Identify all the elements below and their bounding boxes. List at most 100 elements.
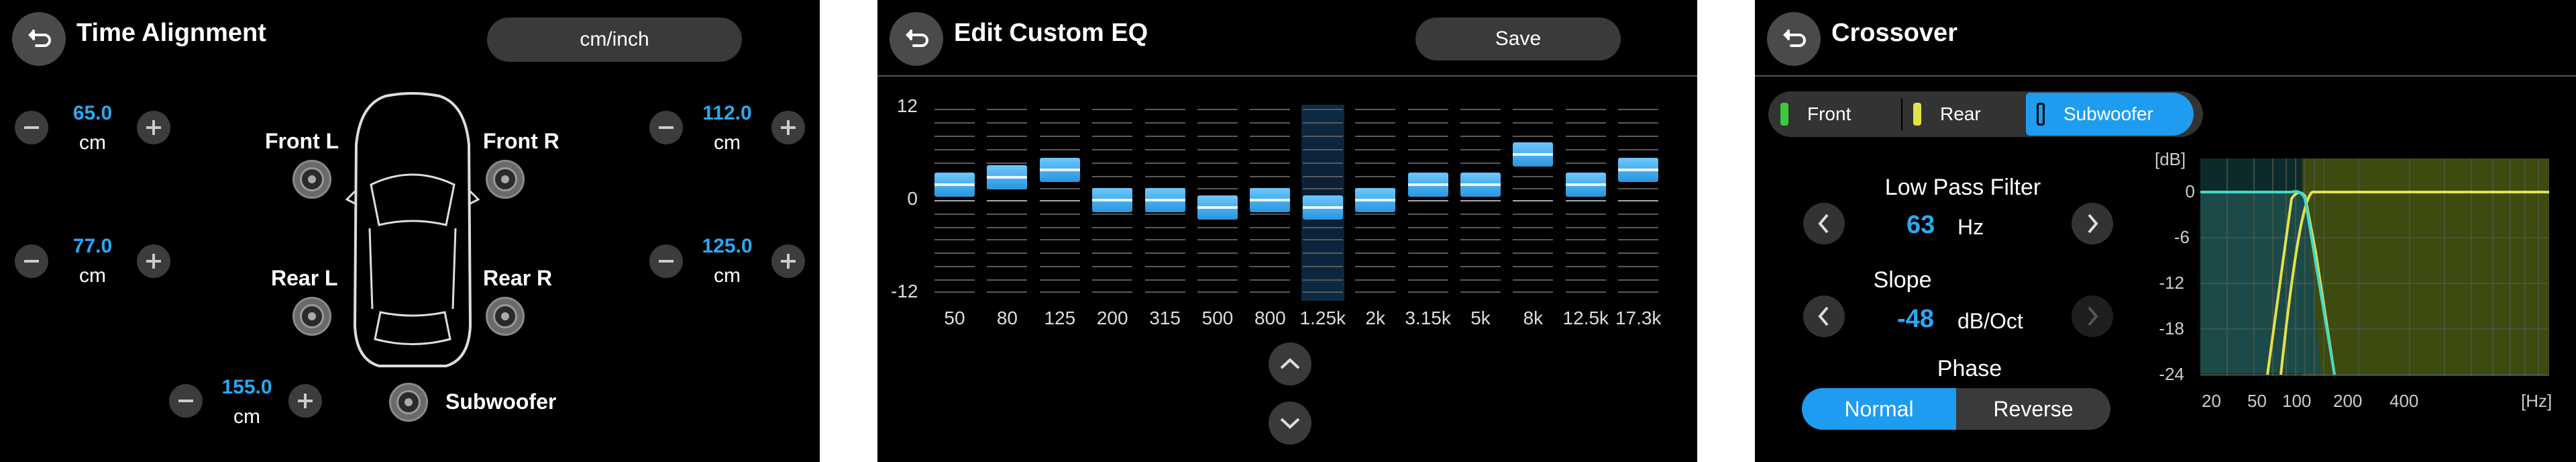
rear-left-plus-button[interactable]	[137, 244, 170, 278]
graph-y-tick: -6	[2174, 227, 2190, 247]
eq-gridline	[1460, 252, 1501, 254]
car-top-view-icon	[345, 92, 480, 367]
eq-gridline	[1144, 149, 1185, 150]
eq-gridline	[1092, 279, 1133, 281]
front-right-minus-button[interactable]	[649, 111, 683, 144]
plus-icon	[146, 120, 161, 135]
eq-gridline	[934, 122, 975, 124]
eq-gridline	[1144, 279, 1185, 281]
eq-band-label: 1.25k	[1299, 308, 1346, 328]
eq-gridline	[1618, 239, 1659, 240]
eq-gridline	[1460, 163, 1501, 164]
eq-gridline	[1144, 176, 1185, 177]
eq-gridline	[1513, 227, 1554, 228]
eq-gridline	[1302, 163, 1343, 164]
eq-gridline	[934, 266, 975, 267]
eq-band-slider[interactable]	[1460, 173, 1501, 197]
eq-gridline	[934, 291, 975, 293]
speaker-icon	[486, 160, 525, 199]
eq-gridline	[1460, 227, 1501, 228]
eq-gridline	[987, 239, 1028, 240]
eq-band-slider[interactable]	[1039, 157, 1080, 182]
eq-band-slider[interactable]	[1618, 157, 1659, 182]
eq-gridline	[1407, 266, 1448, 267]
eq-gridline	[1565, 227, 1606, 228]
front-left-unit: cm	[79, 132, 106, 154]
eq-gridline	[934, 149, 975, 150]
eq-gridline	[1197, 279, 1238, 281]
eq-gridline	[1144, 291, 1185, 293]
rear-right-plus-button[interactable]	[771, 244, 805, 278]
eq-band-slider[interactable]	[1092, 188, 1133, 212]
eq-gridline	[1513, 279, 1554, 281]
unit-toggle-button[interactable]: cm/inch	[487, 17, 742, 62]
eq-gridline	[987, 227, 1028, 228]
eq-band-slider[interactable]	[1250, 188, 1291, 212]
rear-right-unit: cm	[714, 265, 741, 287]
eq-gridline	[1565, 279, 1606, 281]
eq-gridline	[1092, 122, 1133, 124]
eq-gridline	[1039, 136, 1080, 137]
subwoofer-minus-button[interactable]	[169, 384, 203, 418]
scroll-down-button[interactable]	[1269, 402, 1311, 445]
front-left-plus-button[interactable]	[137, 111, 170, 144]
eq-gridline	[987, 291, 1028, 293]
eq-gridline	[1039, 214, 1080, 215]
rear-left-minus-button[interactable]	[15, 244, 48, 278]
eq-band-slider[interactable]	[1197, 195, 1238, 220]
eq-band-slider[interactable]	[1565, 173, 1606, 197]
eq-band-slider[interactable]	[934, 173, 975, 197]
eq-gridline	[1039, 266, 1080, 267]
front-left-minus-button[interactable]	[15, 111, 48, 144]
eq-gridline	[1355, 149, 1396, 150]
eq-gridline	[1460, 122, 1501, 124]
graph-y-tick: -12	[2159, 273, 2184, 293]
eq-gridline	[1618, 149, 1659, 150]
eq-gridline	[1197, 163, 1238, 164]
eq-gridline	[1565, 200, 1606, 201]
eq-gridline	[1513, 214, 1554, 215]
eq-gridline	[1618, 122, 1659, 124]
eq-bands: 50 80 125 200 315 500 800 1.25k 2k 3.15k 5k 8k 12.5k…	[877, 0, 1697, 462]
eq-gridline	[1039, 122, 1080, 124]
eq-gridline	[934, 136, 975, 137]
rear-right-minus-button[interactable]	[649, 244, 683, 278]
eq-band-label: 125	[1044, 308, 1076, 328]
eq-band-slider[interactable]	[1407, 173, 1448, 197]
front-right-plus-button[interactable]	[771, 111, 805, 144]
eq-gridline	[1250, 279, 1291, 281]
eq-gridline	[1407, 149, 1448, 150]
subwoofer-value: 155.0	[221, 376, 272, 398]
graph-x-tick: 100	[2282, 391, 2312, 411]
eq-gridline	[1407, 239, 1448, 240]
subwoofer-unit: cm	[233, 406, 260, 428]
rear-right-label: Rear R	[483, 266, 553, 290]
eq-band-slider[interactable]	[1302, 195, 1343, 220]
eq-band-slider[interactable]	[1144, 188, 1185, 212]
eq-gridline	[1092, 214, 1133, 215]
eq-band-slider[interactable]	[1513, 142, 1554, 167]
eq-gridline	[1565, 252, 1606, 254]
eq-gridline	[1355, 239, 1396, 240]
eq-band-label: 8k	[1523, 308, 1544, 328]
plus-icon	[781, 254, 796, 269]
crossover-graph	[2200, 158, 2549, 376]
eq-gridline	[1355, 122, 1396, 124]
eq-band-slider[interactable]	[1355, 188, 1396, 212]
eq-gridline	[1039, 239, 1080, 240]
eq-gridline	[1144, 122, 1185, 124]
eq-gridline	[1092, 149, 1133, 150]
eq-gridline	[1513, 200, 1554, 201]
eq-gridline	[1250, 136, 1291, 137]
eq-gridline	[1302, 239, 1343, 240]
eq-gridline	[1513, 239, 1554, 240]
eq-gridline	[1618, 200, 1659, 201]
eq-gridline	[1092, 109, 1133, 110]
subwoofer-plus-button[interactable]	[288, 384, 322, 418]
eq-band-slider[interactable]	[987, 165, 1028, 189]
eq-gridline	[1302, 122, 1343, 124]
scroll-up-button[interactable]	[1269, 342, 1311, 385]
eq-gridline	[987, 266, 1028, 267]
eq-gridline	[1144, 266, 1185, 267]
back-button[interactable]	[12, 12, 66, 66]
